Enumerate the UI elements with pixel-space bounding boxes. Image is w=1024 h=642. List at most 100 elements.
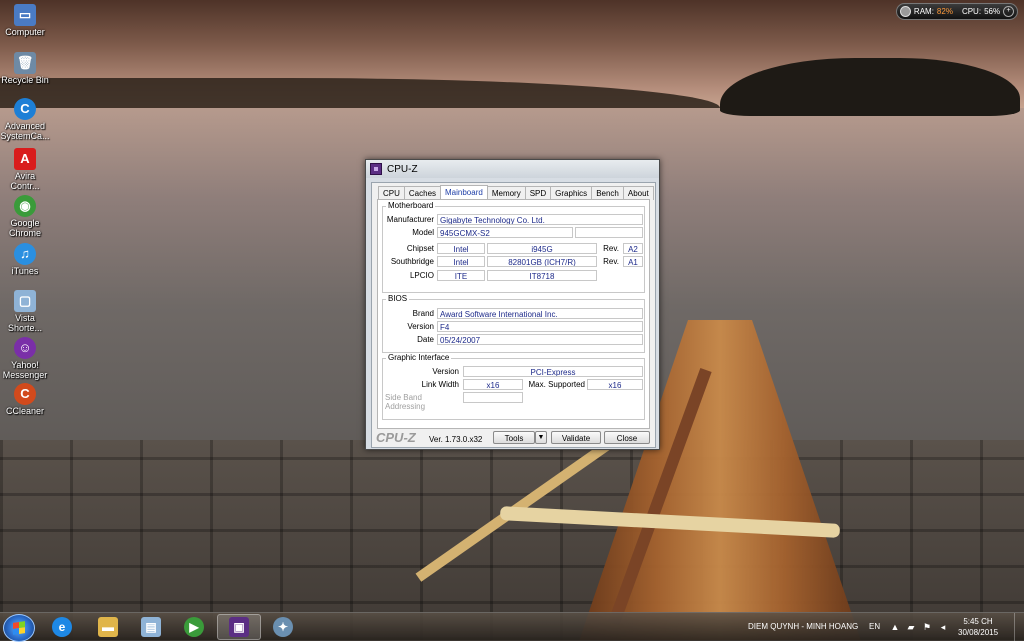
desktop-icon-ccleaner[interactable]: C CCleaner [0, 383, 50, 416]
desktop-icon-itunes[interactable]: ♫ iTunes [0, 243, 50, 276]
desktop-icon-avira[interactable]: A Avira Contr... [0, 148, 50, 191]
cpu-value: 56% [984, 7, 1001, 16]
bios-date-label: Date [417, 335, 434, 344]
desktop-icon-google-chrome[interactable]: ◉ Google Chrome [0, 195, 50, 238]
version-text: Ver. 1.73.0.x32 [429, 435, 483, 444]
ccleaner-icon: C [14, 383, 36, 405]
motherboard-group-title: Motherboard [386, 201, 436, 210]
taskbar-app-other[interactable]: ✦ [261, 614, 305, 640]
motherboard-group: Motherboard Manufacturer Gigabyte Techno… [382, 201, 645, 293]
graphic-interface-group-title: Graphic Interface [386, 353, 452, 362]
network-icon[interactable]: ▰ [906, 622, 916, 632]
bios-version-value: F4 [437, 321, 643, 332]
tab-caches[interactable]: Caches [403, 186, 442, 200]
bios-version-label: Version [407, 322, 434, 331]
desktop-icon-advanced-systemcare[interactable]: C Advanced SystemCa... [0, 98, 50, 141]
chipset-rev-label: Rev. [603, 244, 619, 253]
max-supported-label: Max. Supported [528, 380, 585, 389]
close-button[interactable]: Close [604, 431, 650, 444]
itunes-icon: ♫ [14, 243, 36, 265]
tab-mainboard[interactable]: Mainboard [440, 185, 488, 200]
taskbar-app-windows-explorer[interactable]: ▬ [86, 614, 130, 640]
wallpaper-stones [0, 440, 1024, 640]
gi-version-value: PCI-Express [463, 366, 643, 377]
southbridge-model-value: 82801GB (ICH7/R) [487, 256, 597, 267]
desktop-icon-label: Computer [5, 27, 45, 37]
tab-memory[interactable]: Memory [486, 186, 526, 200]
lpcio-vendor-value: ITE [437, 270, 485, 281]
tab-spd[interactable]: SPD [524, 186, 552, 200]
tab-bench[interactable]: Bench [591, 186, 624, 200]
desktop-icon-label: iTunes [11, 266, 39, 276]
bios-brand-value: Award Software International Inc. [437, 308, 643, 319]
notification-text: DIEM QUYNH - MINH HOANG [748, 622, 859, 631]
tab-about[interactable]: About [622, 186, 654, 200]
desktop-icon-recycle-bin[interactable]: 🗑 Recycle Bin [0, 52, 50, 85]
avira-icon: A [14, 148, 36, 170]
tools-button[interactable]: Tools [493, 431, 535, 444]
language-indicator[interactable]: EN [869, 622, 880, 631]
model-label: Model [412, 228, 434, 237]
desktop-icon-computer[interactable]: ▭ Computer [0, 4, 50, 37]
window-titlebar[interactable]: CPU-Z [366, 160, 659, 178]
clock-time: 5:45 CH [963, 617, 993, 626]
taskbar-app-internet-explorer[interactable]: e [40, 614, 84, 640]
desktop-icon-label: Google Chrome [8, 218, 41, 238]
desktop-icon-label: Advanced SystemCa... [0, 121, 50, 141]
link-width-value: x16 [463, 379, 523, 390]
notepad-icon: ▤ [141, 617, 161, 637]
resource-meter-gadget[interactable]: RAM: 82% CPU: 56% + [896, 3, 1018, 20]
model-value: 945GCMX-S2 [437, 227, 573, 238]
max-supported-value: x16 [587, 379, 643, 390]
yahoo-messenger-icon: ☺ [14, 337, 36, 359]
start-button[interactable] [3, 614, 35, 642]
desktop-icon-label: Vista Shorte... [7, 313, 43, 333]
graphic-interface-group: Graphic Interface Version PCI-Express Li… [382, 353, 645, 420]
taskbar-app-notepad[interactable]: ▤ [129, 614, 173, 640]
chipset-vendor-value: Intel [437, 243, 485, 254]
recycle-bin-icon: 🗑 [14, 52, 36, 74]
volume-icon[interactable]: ◂ [938, 622, 948, 632]
taskbar-app-media-player[interactable]: ▶ [172, 614, 216, 640]
taskbar-app-cpuz[interactable]: ▣ [217, 614, 261, 640]
bios-brand-label: Brand [412, 309, 434, 318]
system-clock[interactable]: 5:45 CH 30/08/2015 [958, 616, 998, 638]
cpuz-brand-logo: CPU-Z [376, 430, 416, 445]
desktop-icon-label: Yahoo! Messenger [2, 360, 48, 380]
sideband-value [463, 392, 523, 403]
advanced-systemcare-icon: C [14, 98, 36, 120]
lpcio-label: LPCIO [409, 271, 434, 280]
vista-shortcut-icon: ▢ [14, 290, 36, 312]
desktop-icon-vista-shortcut[interactable]: ▢ Vista Shorte... [0, 290, 50, 333]
media-player-icon: ▶ [184, 617, 204, 637]
meter-icon [900, 6, 911, 17]
validate-button[interactable]: Validate [551, 431, 601, 444]
bios-group: BIOS Brand Award Software International … [382, 294, 645, 353]
gadget-expand-icon[interactable]: + [1003, 6, 1014, 17]
window-client: CPU Caches Mainboard Memory SPD Graphics… [371, 182, 656, 448]
tab-cpu[interactable]: CPU [378, 186, 405, 200]
chipset-rev-value: A2 [623, 243, 643, 254]
bios-group-title: BIOS [386, 294, 410, 303]
action-center-flag-icon[interactable]: ⚑ [922, 622, 932, 632]
computer-icon: ▭ [14, 4, 36, 26]
mainboard-panel: Motherboard Manufacturer Gigabyte Techno… [377, 199, 650, 429]
manufacturer-label: Manufacturer [386, 215, 434, 224]
cpuz-icon: ▣ [229, 617, 249, 637]
chipset-label: Chipset [406, 244, 434, 253]
sideband-label: Side Band Addressing [385, 393, 426, 411]
show-hidden-icons-icon[interactable]: ▲ [890, 622, 900, 632]
tools-dropdown-arrow-icon[interactable]: ▼ [535, 431, 547, 444]
ram-value: 82% [936, 7, 953, 16]
taskbar: e ▬ ▤ ▶ ▣ ✦ DIEM QUYNH - MINH HOANG EN ▲… [0, 612, 1024, 642]
cpuz-app-icon [370, 163, 382, 175]
tab-graphics[interactable]: Graphics [550, 186, 593, 200]
window-title: CPU-Z [387, 163, 418, 175]
desktop-icon-yahoo-messenger[interactable]: ☺ Yahoo! Messenger [0, 337, 50, 380]
desktop-icon-label: CCleaner [5, 406, 45, 416]
window-bottombar: CPU-Z Ver. 1.73.0.x32 Tools ▼ Validate C… [372, 430, 655, 446]
desktop-icon-label: Recycle Bin [1, 75, 49, 85]
show-desktop-button[interactable] [1014, 613, 1024, 641]
clock-date: 30/08/2015 [958, 628, 999, 637]
cpu-label: CPU: [961, 7, 982, 16]
